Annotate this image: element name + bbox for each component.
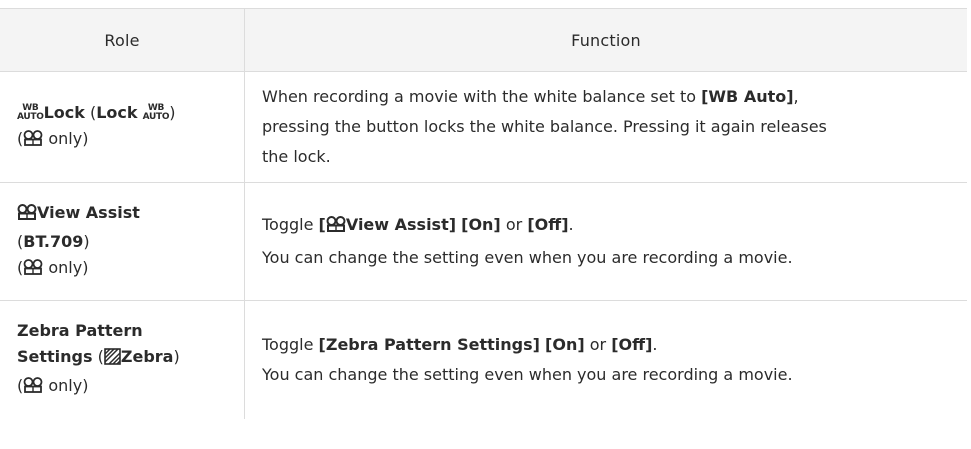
role-cell: Zebra Pattern Settings ( Zebra) (only) <box>0 301 244 419</box>
on-option: [On] <box>461 215 501 234</box>
zebra-icon <box>104 347 121 373</box>
function-cell: Toggle [Zebra Pattern Settings] [On] or … <box>244 301 967 419</box>
movie-icon <box>23 376 43 402</box>
wb-auto-icon: WB AUTO <box>17 102 44 122</box>
movie-icon <box>17 203 37 229</box>
role-alt-name: BT.709 <box>23 231 84 251</box>
table-row: View Assist (BT.709) ( only) Toggle [Vie… <box>0 183 967 301</box>
role-cell: WB AUTO Lock (Lock WB AUTO ) ( only) <box>0 72 244 182</box>
role-alt-name: Zebra <box>120 347 174 366</box>
role-cell: View Assist (BT.709) ( only) <box>0 183 244 300</box>
only-text: only <box>48 128 83 148</box>
table-header: Role Function <box>0 8 967 72</box>
only-text: only <box>48 376 83 395</box>
off-option: [Off] <box>527 215 569 234</box>
function-cell: Toggle [View Assist] [On] or [Off]. You … <box>244 183 967 300</box>
zebra-settings-option: [Zebra Pattern Settings] <box>318 335 540 354</box>
on-option: [On] <box>545 335 585 354</box>
role-name: Zebra Pattern <box>17 321 143 340</box>
off-option: [Off] <box>611 335 653 354</box>
function-cell: When recording a movie with the white ba… <box>244 72 967 182</box>
movie-icon <box>23 129 43 155</box>
role-name: Lock <box>43 102 85 122</box>
table-row: WB AUTO Lock (Lock WB AUTO ) ( only) When … <box>0 72 967 183</box>
view-assist-option: View Assist] <box>345 215 457 234</box>
header-function: Function <box>244 9 967 71</box>
function-table: Role Function WB AUTO Lock (Lock WB AUTO )… <box>0 8 967 419</box>
wb-auto-option: [WB Auto] <box>701 87 794 106</box>
role-alt-name: Lock <box>96 102 138 122</box>
wb-auto-icon: WB AUTO <box>142 102 170 122</box>
role-name: View Assist <box>37 202 140 222</box>
only-text: only <box>48 257 83 277</box>
movie-icon <box>326 213 346 243</box>
table-row: Zebra Pattern Settings ( Zebra) (only) … <box>0 301 967 419</box>
movie-icon <box>23 258 43 284</box>
header-role: Role <box>104 30 140 50</box>
